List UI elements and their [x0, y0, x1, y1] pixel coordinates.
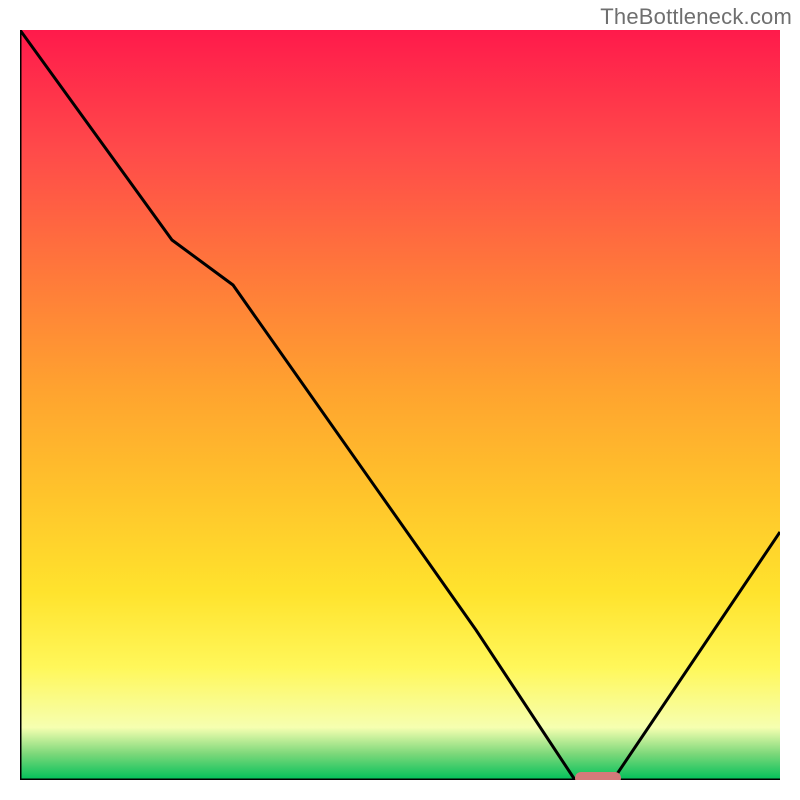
watermark-text: TheBottleneck.com	[600, 4, 792, 30]
plot-area	[20, 30, 780, 780]
bottleneck-curve	[20, 30, 780, 780]
optimal-marker	[575, 772, 621, 780]
axis-frame	[20, 30, 780, 780]
chart-container: TheBottleneck.com	[0, 0, 800, 800]
plot-svg	[20, 30, 780, 780]
